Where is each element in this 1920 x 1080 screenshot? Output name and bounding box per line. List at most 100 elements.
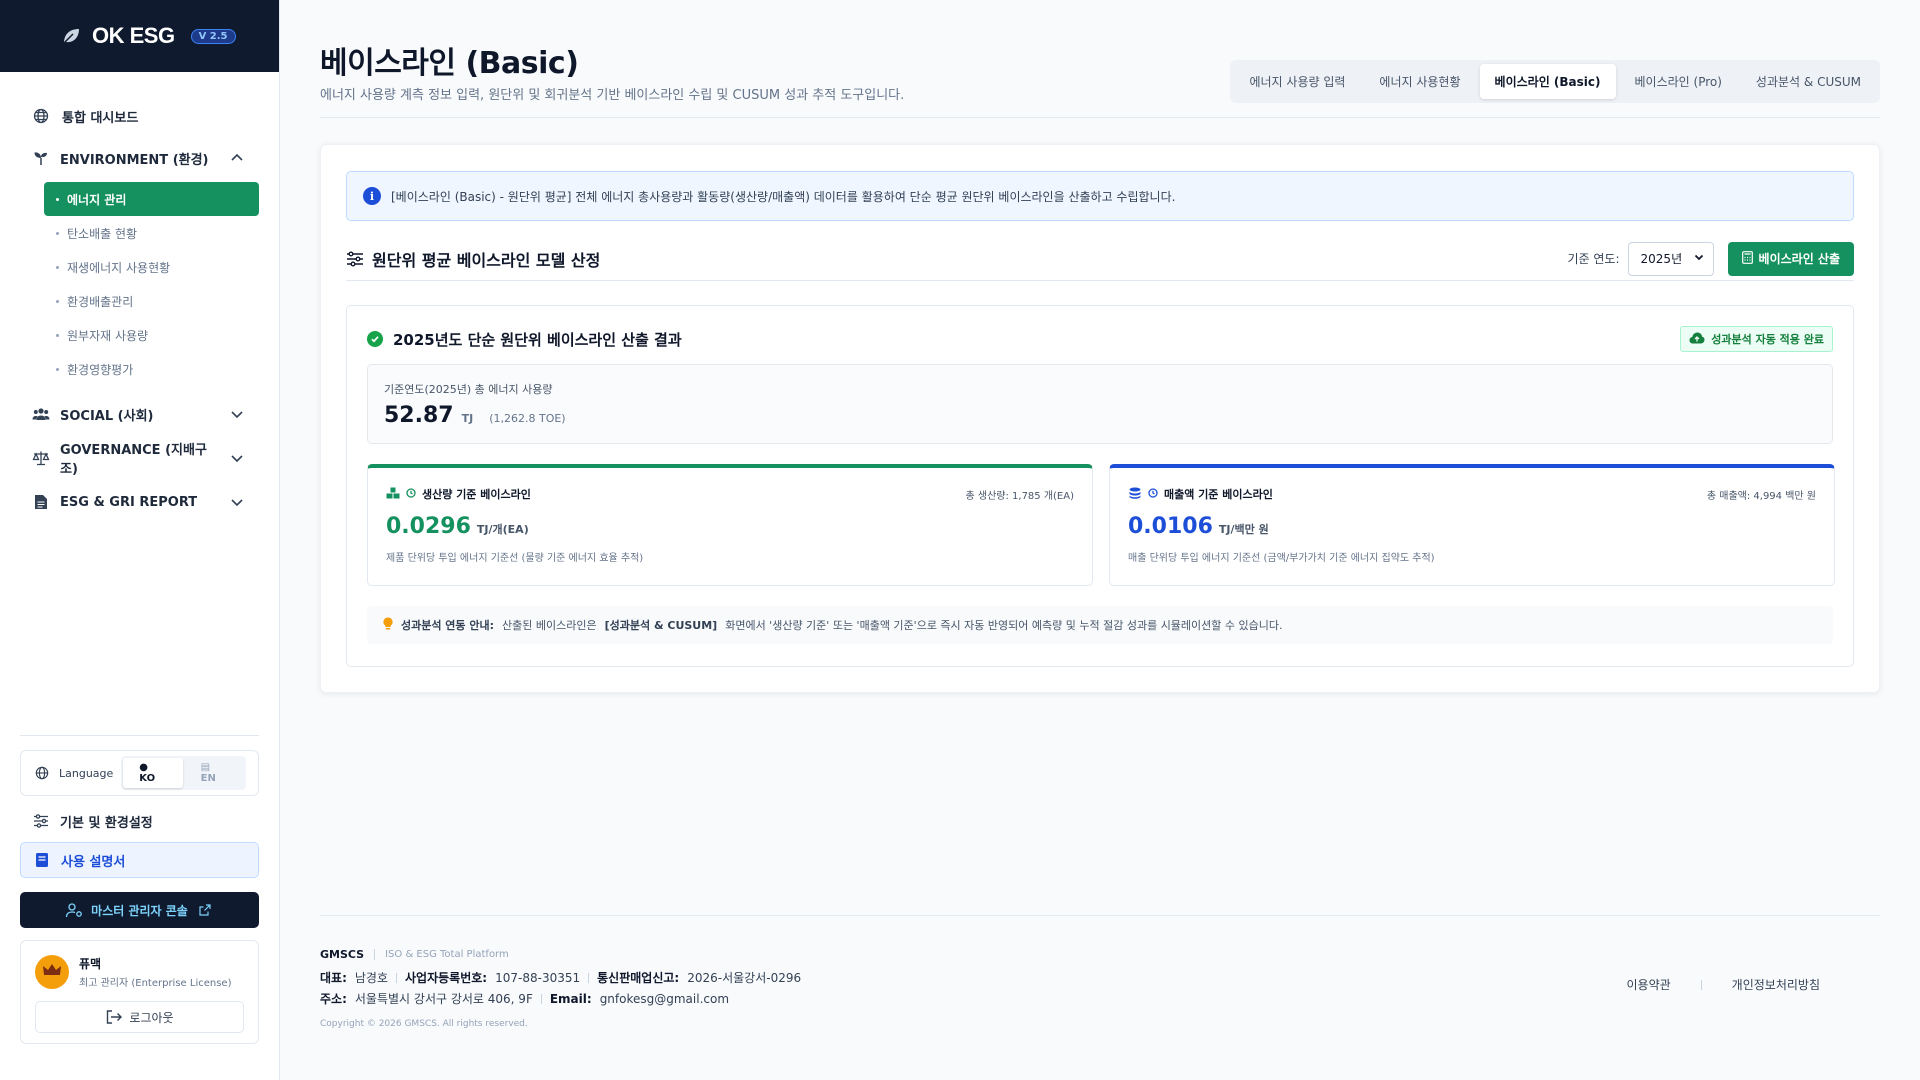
tab-baseline-basic[interactable]: 베이스라인 (Basic) bbox=[1479, 64, 1616, 99]
section-header: 원단위 평균 베이스라인 모델 산정 기준 연도: 2025년 베이스라인 산출 bbox=[346, 241, 1854, 281]
sidebar-group-environment[interactable]: ENVIRONMENT (환경) bbox=[0, 136, 279, 180]
chevron-down-icon[interactable] bbox=[229, 450, 245, 466]
bullet-icon bbox=[56, 265, 59, 269]
avatar bbox=[35, 955, 69, 989]
language-toggle: ● KO ▤ EN bbox=[121, 756, 246, 790]
footer-tagline: ISO & ESG Total Platform bbox=[374, 949, 509, 960]
language-label: Language bbox=[59, 766, 114, 780]
boxes-icon bbox=[386, 487, 400, 502]
logout-button[interactable]: 로그아웃 bbox=[35, 1001, 244, 1033]
footer-rep-label: 대표: bbox=[320, 971, 347, 985]
calculate-baseline-button[interactable]: 베이스라인 산출 bbox=[1727, 241, 1854, 276]
chevron-up-icon[interactable] bbox=[229, 150, 245, 166]
version-badge: V 2.5 bbox=[190, 28, 236, 44]
chevron-down-icon[interactable] bbox=[229, 494, 245, 510]
page-subtitle: 에너지 사용량 계측 정보 입력, 원단위 및 회귀분석 기반 베이스라인 수립… bbox=[320, 88, 905, 103]
sidebar-group-label: GOVERNANCE (지배구조) bbox=[60, 443, 207, 477]
result-header: 2025년도 단순 원단위 베이스라인 산출 결과 성과분석 자동 적용 완료 bbox=[367, 326, 1833, 352]
tab-bar: 에너지 사용량 입력 에너지 사용현황 베이스라인 (Basic) 베이스라인 … bbox=[1230, 60, 1880, 103]
sidebar-item-dashboard[interactable]: 통합 대시보드 bbox=[0, 96, 279, 136]
production-baseline-unit: TJ/개(EA) bbox=[476, 523, 529, 536]
sidebar-item-label: 재생에너지 사용현황 bbox=[67, 260, 171, 275]
tab-energy-input[interactable]: 에너지 사용량 입력 bbox=[1234, 64, 1360, 99]
scale-icon bbox=[32, 449, 50, 467]
sidebar-item-label: 탄소배출 현황 bbox=[67, 226, 138, 241]
sidebar-item-renewable[interactable]: 재생에너지 사용현황 bbox=[44, 250, 259, 284]
tab-performance-cusum[interactable]: 성과분석 & CUSUM bbox=[1741, 64, 1876, 99]
globe-icon bbox=[33, 764, 51, 782]
language-code: EN bbox=[200, 773, 216, 784]
chevron-down-icon bbox=[1693, 251, 1705, 266]
language-code: KO bbox=[139, 773, 156, 784]
bullet-icon bbox=[56, 197, 59, 201]
note-text-a: 산출된 베이스라인은 bbox=[502, 619, 597, 632]
total-energy-value-row: 52.87 TJ (1,262.8 TOE) bbox=[384, 403, 1816, 428]
total-energy-unit: TJ bbox=[461, 412, 474, 425]
revenue-value-row: 0.0106 TJ/백만 원 bbox=[1128, 514, 1816, 539]
tab-energy-status[interactable]: 에너지 사용현황 bbox=[1364, 64, 1475, 99]
calculate-button-label: 베이스라인 산출 bbox=[1758, 252, 1840, 266]
check-circle-icon bbox=[367, 331, 383, 347]
calculator-icon bbox=[1741, 250, 1753, 267]
section-title-text: 원단위 평균 베이스라인 모델 산정 bbox=[372, 250, 601, 270]
master-console-button[interactable]: 마스터 관리자 콘솔 bbox=[20, 892, 259, 928]
header-divider bbox=[320, 117, 1880, 118]
sidebar-item-energy[interactable]: 에너지 관리 bbox=[44, 182, 259, 216]
chevron-down-icon[interactable] bbox=[229, 406, 245, 422]
external-link-icon bbox=[196, 901, 214, 919]
footer-links: 이용약관 개인정보처리방침 bbox=[1627, 976, 1821, 993]
production-card-title-text: 생산량 기준 베이스라인 bbox=[422, 488, 531, 501]
user-cog-icon bbox=[65, 901, 83, 919]
footer-address: 서울특별시 강서구 강서로 406, 9F bbox=[354, 992, 533, 1006]
manual-link[interactable]: 사용 설명서 bbox=[20, 842, 259, 878]
footer: GMSCS ISO & ESG Total Platform 대표: 남경호 사업… bbox=[320, 915, 1880, 1029]
result-title: 2025년도 단순 원단위 베이스라인 산출 결과 bbox=[367, 329, 1680, 350]
settings-link[interactable]: 기본 및 환경설정 bbox=[20, 802, 259, 840]
sidebar-group-label: SOCIAL (사회) bbox=[60, 408, 154, 424]
footer-sales-label: 통신판매업신고: bbox=[597, 971, 680, 985]
footer-company: GMSCS bbox=[320, 948, 365, 961]
terms-link[interactable]: 이용약관 bbox=[1627, 976, 1671, 993]
footer-copyright: Copyright © 2026 GMSCS. All rights reser… bbox=[320, 1019, 528, 1029]
globe-icon bbox=[32, 107, 50, 125]
language-switcher: Language ● KO ▤ EN bbox=[20, 750, 259, 796]
divider bbox=[396, 972, 398, 983]
divider bbox=[588, 972, 590, 983]
footer-biz-label: 사업자등록번호: bbox=[405, 971, 488, 985]
lightbulb-icon bbox=[383, 617, 393, 633]
coins-icon bbox=[1128, 487, 1142, 502]
sidebar-item-materials[interactable]: 원부자재 사용량 bbox=[44, 318, 259, 352]
sidebar-group-label: ENVIRONMENT (환경) bbox=[60, 152, 209, 168]
total-energy-box: 기준연도(2025년) 총 에너지 사용량 52.87 TJ (1,262.8 … bbox=[367, 364, 1833, 444]
user-role: 최고 관리자 (Enterprise License) bbox=[79, 978, 232, 989]
sidebar-group-governance[interactable]: GOVERNANCE (지배구조) bbox=[0, 436, 279, 480]
total-revenue: 총 매출액: 4,994 백만 원 bbox=[1706, 490, 1816, 502]
cloud-upload-icon bbox=[1689, 332, 1705, 347]
sidebar-item-label: 에너지 관리 bbox=[67, 192, 127, 207]
tab-baseline-pro[interactable]: 베이스라인 (Pro) bbox=[1620, 64, 1737, 99]
language-option-ko[interactable]: ● KO bbox=[123, 758, 183, 788]
production-card-header: 생산량 기준 베이스라인 총 생산량: 1,785 개(EA) bbox=[386, 486, 1074, 502]
environment-submenu: 에너지 관리 탄소배출 현황 재생에너지 사용현황 환경배출관리 원부자재 사용… bbox=[0, 180, 279, 392]
language-option-en[interactable]: ▤ EN bbox=[185, 758, 244, 788]
sidebar-group-social[interactable]: SOCIAL (사회) bbox=[0, 392, 279, 436]
sidebar-item-impact[interactable]: 환경영향평가 bbox=[44, 352, 259, 386]
year-select[interactable]: 2025년 bbox=[1627, 241, 1714, 276]
footer-rep: 남경호 bbox=[354, 971, 389, 985]
production-baseline-value: 0.0296 bbox=[386, 514, 471, 539]
manual-label: 사용 설명서 bbox=[61, 854, 126, 870]
privacy-link[interactable]: 개인정보처리방침 bbox=[1732, 976, 1820, 993]
user-name: 퓨맥 bbox=[79, 957, 102, 971]
brand-logo[interactable]: OK ESG V 2.5 bbox=[0, 0, 279, 72]
info-banner: i [베이스라인 (Basic) - 원단위 평균] 전체 에너지 총사용량과 … bbox=[346, 171, 1854, 221]
footer-email[interactable]: gnfokesg@gmail.com bbox=[600, 992, 729, 1006]
sidebar-group-report[interactable]: ESG & GRI REPORT bbox=[0, 480, 279, 524]
sidebar-item-carbon[interactable]: 탄소배출 현황 bbox=[44, 216, 259, 250]
bullet-icon bbox=[56, 231, 59, 235]
users-icon bbox=[32, 405, 50, 423]
sidebar-item-emission[interactable]: 환경배출관리 bbox=[44, 284, 259, 318]
logout-icon bbox=[105, 1008, 123, 1026]
revenue-baseline-desc: 매출 단위당 투입 에너지 기준선 (금액/부가가치 기준 에너지 집약도 추적… bbox=[1128, 553, 1435, 564]
integration-note: 성과분석 연동 안내: 산출된 베이스라인은 [성과분석 & CUSUM] 화면… bbox=[367, 606, 1833, 644]
year-value: 2025년 bbox=[1640, 252, 1683, 266]
